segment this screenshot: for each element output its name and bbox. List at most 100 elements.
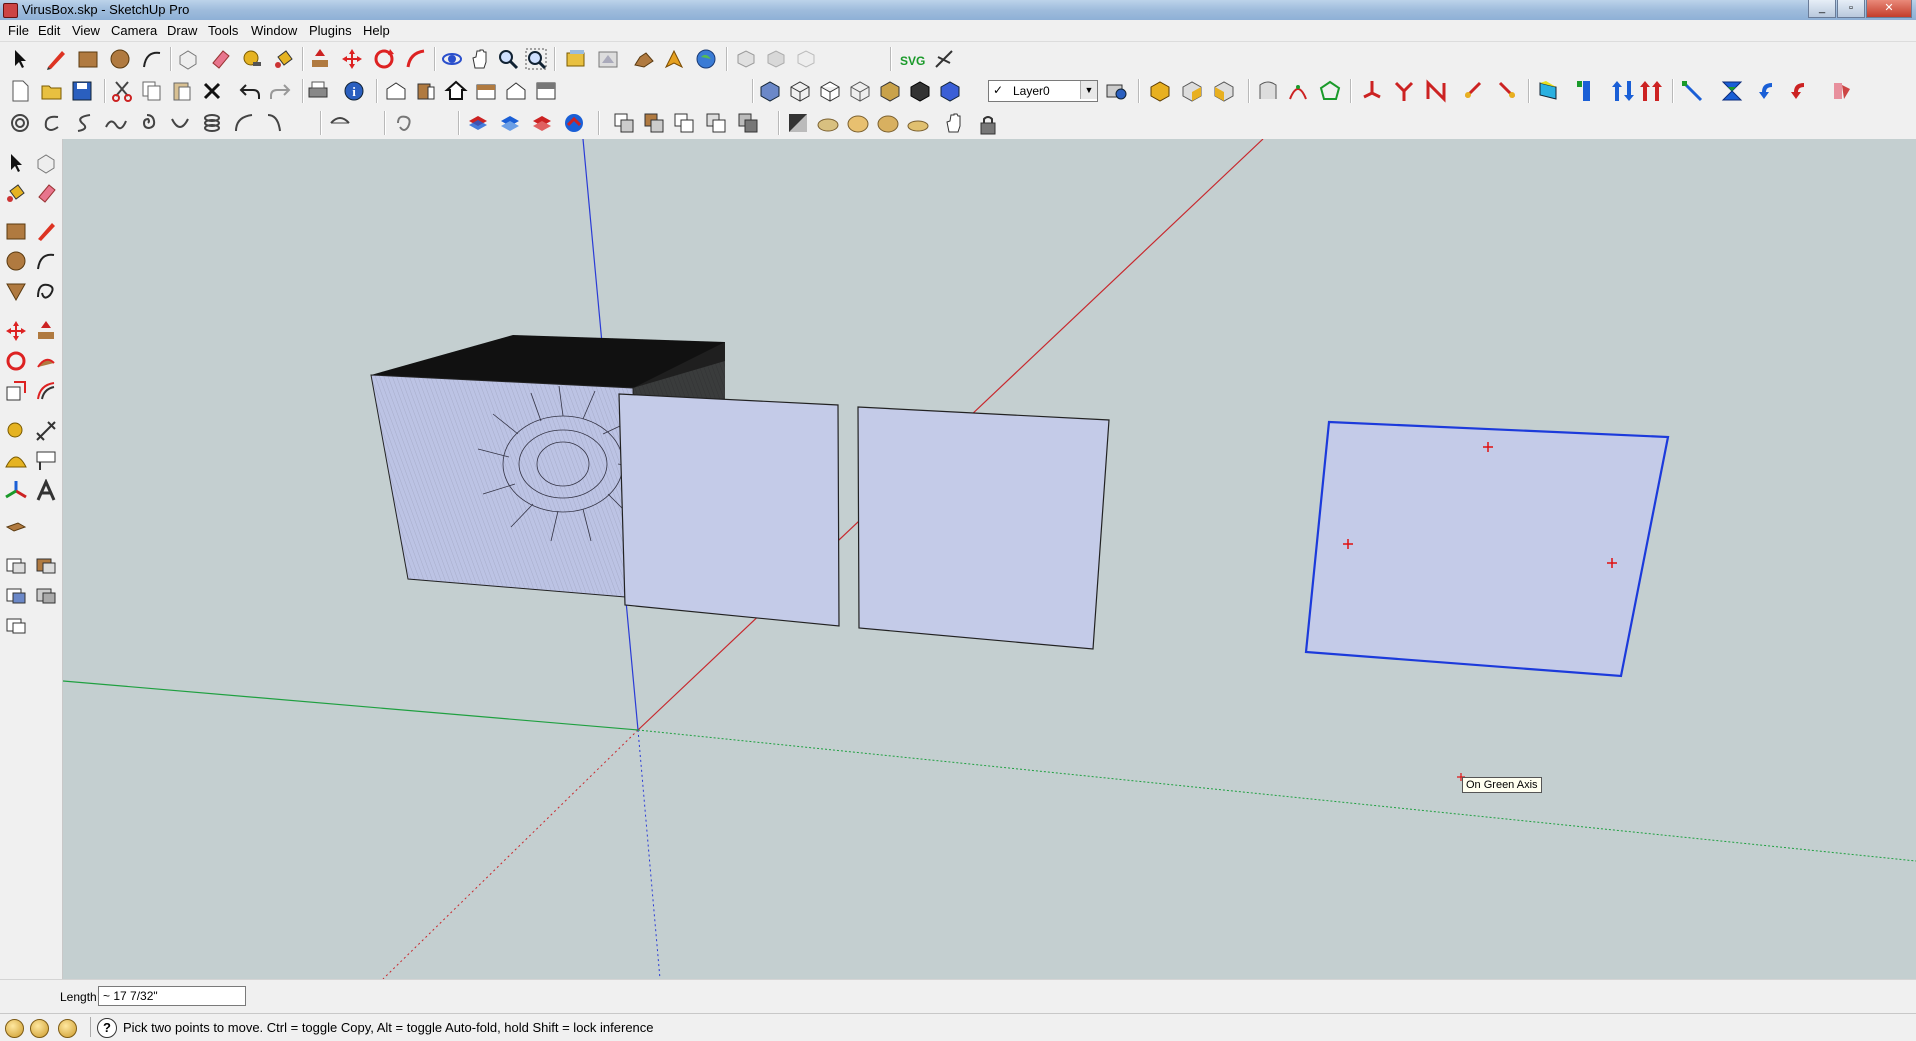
arc-curve-icon[interactable] [168, 111, 192, 135]
section-fill-icon[interactable] [764, 47, 788, 71]
face-panel-1[interactable] [618, 393, 840, 627]
zoom-icon[interactable] [496, 47, 520, 71]
rotate-y-icon[interactable] [1494, 79, 1518, 103]
left-rectangle-icon[interactable] [4, 219, 28, 243]
back-view-icon[interactable] [504, 79, 528, 103]
paint-bucket-icon[interactable] [272, 47, 296, 71]
make-component-icon[interactable] [176, 47, 200, 71]
left-freehand-icon[interactable] [34, 279, 58, 303]
pink-tool-icon[interactable] [1830, 79, 1854, 103]
egg-material-1-icon[interactable] [816, 111, 840, 135]
zoom-extents-icon[interactable] [524, 47, 548, 71]
left-pushpull-icon[interactable] [34, 319, 58, 343]
left-offset-icon[interactable] [34, 379, 58, 403]
save-icon[interactable] [70, 79, 94, 103]
line-curve-icon[interactable] [232, 111, 256, 135]
component-swap-icon[interactable] [704, 111, 728, 135]
copy-icon[interactable] [140, 79, 164, 103]
user-status-icon[interactable] [58, 1019, 77, 1038]
undo-blue-icon[interactable] [1758, 79, 1782, 103]
left-tape-icon[interactable] [4, 419, 28, 443]
follow-me-icon[interactable] [404, 47, 428, 71]
shaded-textures-style-icon[interactable] [878, 79, 902, 103]
curviloft-icon[interactable] [1318, 79, 1342, 103]
layer-manager-icon[interactable] [1104, 79, 1128, 103]
egg-material-4-icon[interactable] [906, 111, 930, 135]
axis-align-x-icon[interactable] [1360, 79, 1384, 103]
geolocation-status-icon[interactable] [5, 1019, 24, 1038]
tape-measure-icon[interactable] [240, 47, 264, 71]
left-axes-icon[interactable] [4, 479, 28, 503]
component-edit-icon[interactable] [642, 111, 666, 135]
rectangle-icon[interactable] [76, 47, 100, 71]
flip-curve-icon[interactable] [328, 111, 352, 135]
section-plane-icon[interactable] [734, 47, 758, 71]
left-paint-icon[interactable] [4, 181, 28, 205]
svg-export-button[interactable]: SVG [900, 49, 932, 73]
circle-icon[interactable] [108, 47, 132, 71]
left-3dtext-icon[interactable] [34, 479, 58, 503]
loop-icon[interactable] [392, 111, 416, 135]
left-component-icon[interactable] [34, 151, 58, 175]
axis-align-y-icon[interactable] [1392, 79, 1416, 103]
help-icon[interactable]: ? [97, 1018, 117, 1038]
face-panel-2[interactable] [857, 406, 1110, 650]
spiral-icon[interactable] [136, 111, 160, 135]
orbit-icon[interactable] [440, 47, 464, 71]
redo-icon[interactable] [268, 79, 292, 103]
left-followme-icon[interactable] [34, 349, 58, 373]
iso-view-icon[interactable] [384, 79, 408, 103]
egg-material-2-icon[interactable] [846, 111, 870, 135]
left-polygon-icon[interactable] [4, 279, 28, 303]
wireframe-style-icon[interactable] [788, 79, 812, 103]
push-pull-icon[interactable] [308, 47, 332, 71]
curve-s-icon[interactable] [72, 111, 96, 135]
egg-material-3-icon[interactable] [876, 111, 900, 135]
measurements-input[interactable]: ~ 17 7/32" [98, 986, 246, 1006]
left-dimension-icon[interactable] [34, 419, 58, 443]
pan-icon[interactable] [468, 47, 492, 71]
left-view-icon[interactable] [534, 79, 558, 103]
paste-icon[interactable] [170, 79, 194, 103]
delete-icon[interactable] [200, 79, 224, 103]
solid-union-icon[interactable] [1148, 79, 1172, 103]
layers-blue-icon[interactable] [498, 111, 522, 135]
layers-stack-icon[interactable] [466, 111, 490, 135]
lock-icon[interactable] [976, 113, 1000, 137]
left-rotate-icon[interactable] [4, 349, 28, 373]
cut-icon[interactable] [110, 79, 134, 103]
hourglass-icon[interactable] [1720, 79, 1744, 103]
eraser-icon[interactable] [208, 47, 232, 71]
component-copy-icon[interactable] [612, 111, 636, 135]
arc-icon[interactable] [140, 47, 164, 71]
solid-subtract-icon[interactable] [1212, 79, 1236, 103]
undo-red-icon[interactable] [1790, 79, 1814, 103]
menu-tools[interactable]: Tools [208, 23, 238, 38]
menu-view[interactable]: View [72, 23, 100, 38]
menu-file[interactable]: File [8, 23, 29, 38]
hidden-line-style-icon[interactable] [818, 79, 842, 103]
top-view-icon[interactable] [414, 79, 438, 103]
helix-icon[interactable] [200, 111, 224, 135]
open-file-icon[interactable] [40, 79, 64, 103]
monochrome-style-icon[interactable] [908, 79, 932, 103]
left-arc-icon[interactable] [34, 249, 58, 273]
left-select-icon[interactable] [4, 151, 28, 175]
select-tool-icon[interactable] [8, 47, 32, 71]
hand-tool-icon[interactable] [942, 111, 966, 135]
layers-red-icon[interactable] [530, 111, 554, 135]
curve-c-icon[interactable] [40, 111, 64, 135]
scale-line-icon[interactable] [1680, 79, 1704, 103]
new-file-icon[interactable] [8, 79, 32, 103]
section-display-icon[interactable] [794, 47, 818, 71]
menu-window[interactable]: Window [251, 23, 297, 38]
modeling-viewport[interactable] [63, 139, 1916, 979]
menu-plugins[interactable]: Plugins [309, 23, 352, 38]
sandbox-from-contours-icon[interactable] [632, 47, 656, 71]
left-line-icon[interactable] [34, 219, 58, 243]
close-button[interactable]: ✕ [1866, 0, 1912, 18]
left-protractor-icon[interactable] [4, 449, 28, 473]
layer-dropdown[interactable]: ✓ Layer0 ▼ [988, 80, 1098, 102]
menu-draw[interactable]: Draw [167, 23, 197, 38]
print-icon[interactable] [306, 79, 330, 103]
